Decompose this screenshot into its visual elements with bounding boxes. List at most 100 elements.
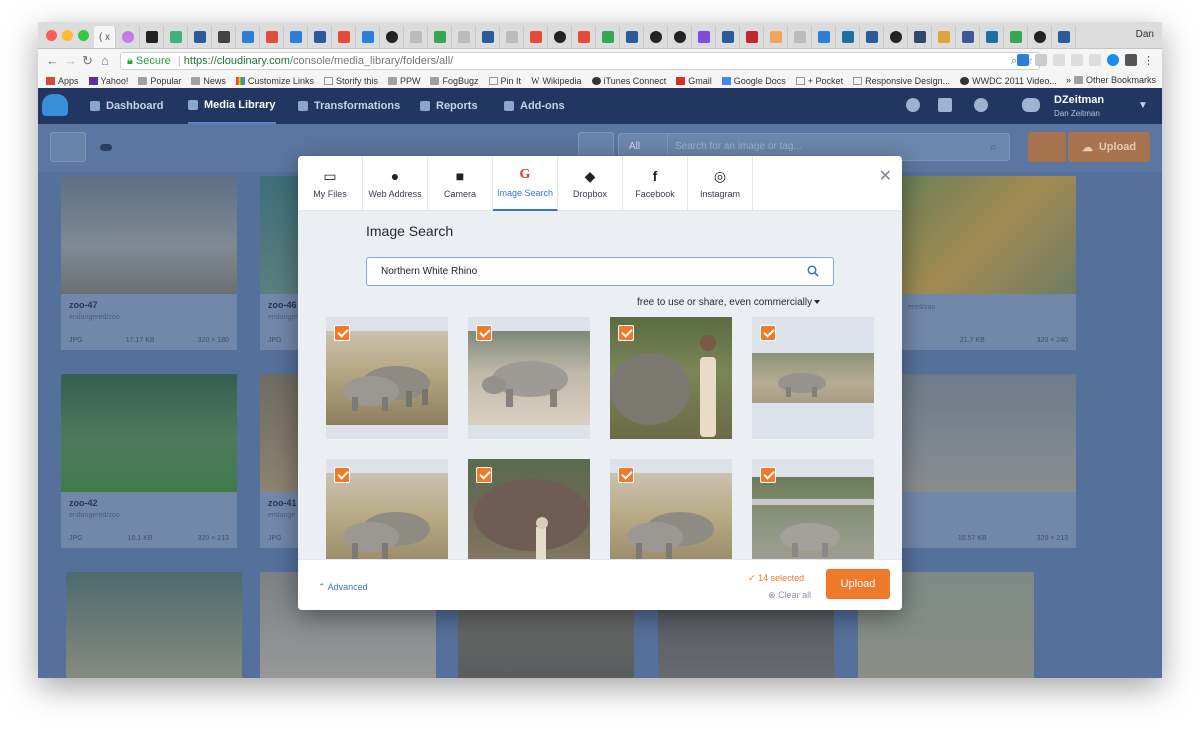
browser-tab[interactable] [356, 26, 380, 48]
bookmark-wwdc[interactable]: WWDC 2011 Video... [960, 76, 1057, 86]
extension-icon[interactable] [1125, 54, 1137, 66]
bookmark-fogbugz[interactable]: FogBugz [430, 76, 479, 86]
browser-tab[interactable] [332, 26, 356, 48]
bookmark-apps[interactable]: Apps [46, 76, 79, 86]
zoom-window-button[interactable] [78, 30, 89, 41]
browser-tab[interactable] [1052, 26, 1076, 48]
tab-instagram[interactable]: ◎ Instagram [688, 156, 753, 211]
browser-tab[interactable] [308, 26, 332, 48]
search-result-image[interactable] [326, 317, 448, 439]
browser-tab[interactable] [860, 26, 884, 48]
bookmark-itunes-connect[interactable]: iTunes Connect [591, 76, 666, 86]
browser-tab-active[interactable]: ( x [94, 26, 116, 48]
browser-tab[interactable] [1028, 26, 1052, 48]
bookmark-customize-links[interactable]: Customize Links [235, 76, 314, 86]
browser-tab[interactable] [428, 26, 452, 48]
media-card[interactable]: 18.57 KB 320 × 213 [900, 374, 1076, 548]
browser-tab[interactable] [212, 26, 236, 48]
nav-media-library[interactable]: Media Library [188, 88, 276, 124]
media-search-input[interactable]: Search for an image or tag... [675, 141, 802, 152]
nav-dashboard[interactable]: Dashboard [90, 88, 163, 124]
image-search-input[interactable]: Northern White Rhino [366, 257, 834, 286]
browser-tab[interactable] [692, 26, 716, 48]
selected-checkbox[interactable] [334, 467, 350, 483]
filter-dropdown[interactable]: All [629, 141, 640, 152]
selected-checkbox[interactable] [334, 325, 350, 341]
close-window-button[interactable] [46, 30, 57, 41]
browser-tab[interactable] [452, 26, 476, 48]
browser-tab[interactable] [956, 26, 980, 48]
user-name[interactable]: DZeitman [1054, 94, 1104, 106]
bookmark-ppw[interactable]: PPW [387, 76, 420, 86]
extension-icon[interactable] [1053, 54, 1065, 66]
nav-transformations[interactable]: Transformations [298, 88, 400, 124]
layers-icon[interactable] [938, 98, 952, 112]
selected-checkbox[interactable] [618, 325, 634, 341]
browser-tab[interactable] [644, 26, 668, 48]
browser-tab[interactable] [524, 26, 548, 48]
browser-tab[interactable] [188, 26, 212, 48]
folder-button[interactable] [50, 132, 86, 162]
bookmark-pocket[interactable]: + Pocket [795, 76, 843, 86]
extension-icon[interactable] [1035, 54, 1047, 66]
browser-tab[interactable] [932, 26, 956, 48]
browser-tab[interactable] [812, 26, 836, 48]
browser-tab[interactable] [740, 26, 764, 48]
bookmark-wikipedia[interactable]: W Wikipedia [531, 76, 582, 86]
media-card[interactable]: ered/zoo 21.7 KB 320 × 240 [900, 176, 1076, 350]
browser-tab[interactable] [596, 26, 620, 48]
search-result-image[interactable] [468, 459, 590, 559]
browser-tab[interactable] [572, 26, 596, 48]
browser-tab[interactable] [620, 26, 644, 48]
browser-tab[interactable] [500, 26, 524, 48]
bookmark-news[interactable]: News [191, 76, 226, 86]
search-icon[interactable]: ⌕ [990, 139, 997, 155]
reload-icon[interactable]: ↻ [82, 53, 93, 69]
tab-image-search[interactable]: G Image Search [493, 156, 558, 211]
upload-widget-button[interactable] [1028, 132, 1066, 162]
menu-dots-icon[interactable]: ⋮ [1143, 54, 1154, 67]
bookmark-storify[interactable]: Storify this [323, 76, 378, 86]
browser-tab[interactable] [668, 26, 692, 48]
home-icon[interactable]: ⌂ [101, 53, 109, 68]
browser-tab[interactable] [716, 26, 740, 48]
selected-checkbox[interactable] [618, 467, 634, 483]
bookmark-gmail[interactable]: Gmail [676, 76, 712, 86]
bookmark-pin-it[interactable]: Pin It [488, 76, 521, 86]
bookmark-google-docs[interactable]: Google Docs [721, 76, 786, 86]
clear-all-link[interactable]: ⊗ Clear all [768, 590, 811, 601]
extension-icon[interactable] [1017, 54, 1029, 66]
tab-camera[interactable]: ■ Camera [428, 156, 493, 211]
browser-tab[interactable] [908, 26, 932, 48]
search-result-image[interactable] [468, 317, 590, 439]
media-card[interactable]: zoo-47 endangered/zoo JPG 17.17 KB 320 × 1… [61, 176, 237, 350]
browser-tab[interactable] [548, 26, 572, 48]
tab-facebook[interactable]: f Facebook [623, 156, 688, 211]
browser-tab[interactable] [788, 26, 812, 48]
bookmark-responsive-design[interactable]: Responsive Design... [853, 76, 950, 86]
browser-tab[interactable] [260, 26, 284, 48]
browser-tab[interactable] [764, 26, 788, 48]
selected-checkbox[interactable] [760, 467, 776, 483]
search-result-image[interactable] [752, 317, 874, 439]
search-result-image[interactable] [326, 459, 448, 559]
extension-icon[interactable] [1089, 54, 1101, 66]
extension-icon[interactable] [1071, 54, 1083, 66]
forward-arrow-icon[interactable]: → [64, 53, 77, 68]
browser-tab[interactable] [836, 26, 860, 48]
tab-dropbox[interactable]: ◆ Dropbox [558, 156, 623, 211]
search-result-image[interactable] [610, 317, 732, 439]
close-icon[interactable]: ✕ [879, 166, 892, 186]
browser-tab[interactable] [116, 26, 140, 48]
bookmark-yahoo[interactable]: Yahoo! [88, 76, 128, 86]
nav-reports[interactable]: Reports [420, 88, 478, 124]
media-card[interactable] [66, 572, 242, 678]
cloud-icon[interactable] [100, 144, 112, 151]
minimize-window-button[interactable] [62, 30, 73, 41]
browser-tab[interactable] [284, 26, 308, 48]
bookmark-other[interactable]: » Other Bookmarks [1066, 75, 1156, 85]
back-arrow-icon[interactable]: ← [46, 53, 59, 68]
browser-tab[interactable] [980, 26, 1004, 48]
bookmark-popular[interactable]: Popular [138, 76, 181, 86]
advanced-toggle[interactable]: ⌃ Advanced [318, 582, 368, 593]
